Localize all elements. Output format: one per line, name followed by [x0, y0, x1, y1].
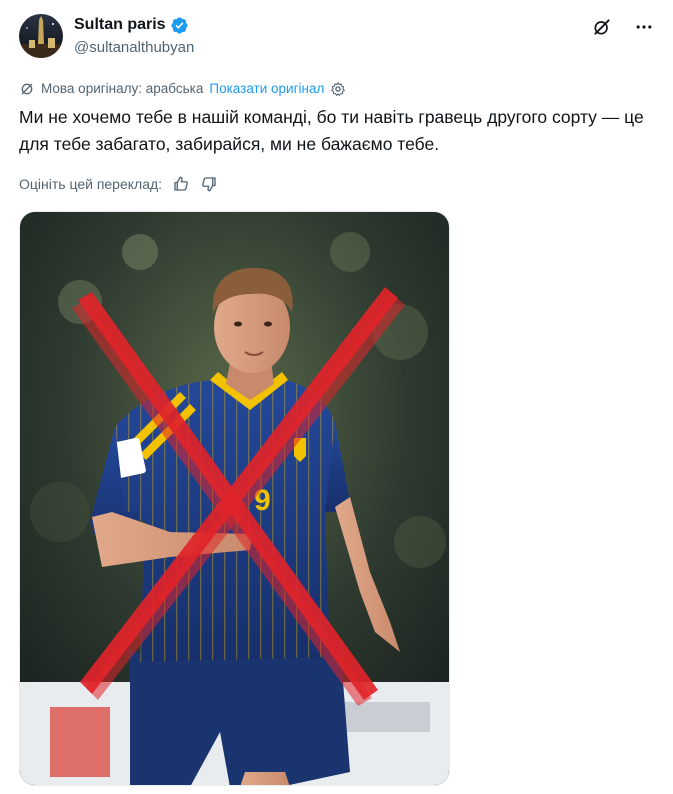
author-handle[interactable]: @sultanalthubyan [74, 38, 194, 58]
original-language-label: Мова оригіналу: арабська [41, 81, 204, 96]
more-options-button[interactable] [633, 16, 655, 38]
rate-translation-row: Оцініть цей переклад: [19, 174, 218, 194]
author-name-row[interactable]: Sultan paris [74, 15, 189, 35]
grok-icon [594, 19, 610, 35]
settings-icon[interactable] [330, 81, 346, 97]
player-photo: 9 [20, 212, 449, 785]
tweet-text: Ми не хочемо тебе в нашій команді, бо ти… [19, 107, 644, 154]
top-actions [591, 16, 655, 38]
thumbs-down-icon[interactable] [200, 175, 218, 193]
rate-translation-label: Оцініть цей переклад: [19, 176, 163, 192]
verified-badge-icon [170, 16, 188, 34]
show-original-link[interactable]: Показати оригінал [209, 80, 324, 98]
grok-button[interactable] [591, 16, 613, 38]
thumbs-up-icon[interactable] [172, 175, 190, 193]
translation-notice: Мова оригіналу: арабська Показати оригін… [19, 80, 346, 98]
tweet-media-photo[interactable]: 9 [19, 211, 450, 786]
translate-icon [21, 83, 33, 95]
avatar[interactable] [19, 14, 63, 58]
avatar-image [19, 14, 63, 58]
more-icon [636, 25, 652, 29]
author-display-name[interactable]: Sultan paris [74, 15, 166, 35]
